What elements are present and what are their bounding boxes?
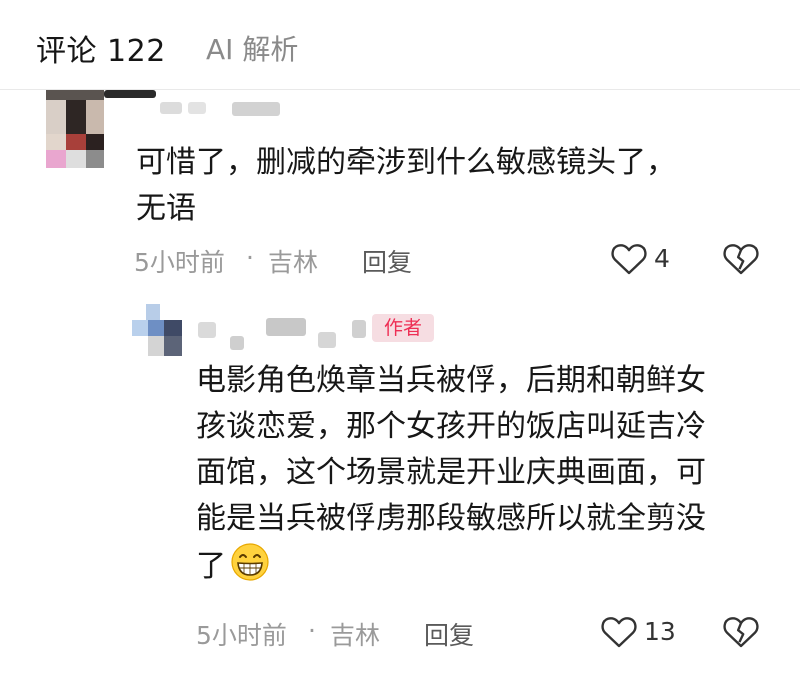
comment-text-line: 了 xyxy=(196,549,226,584)
username-redacted xyxy=(230,336,244,350)
grinning-face-emoji-icon xyxy=(231,543,269,581)
comment-text: 电影角色焕章当兵被俘，后期和朝鲜女 孩谈恋爱，那个女孩开的饭店叫延吉冷 面馆，这… xyxy=(196,358,776,590)
like-icon[interactable] xyxy=(600,613,638,649)
comment-time: 5小时前 xyxy=(196,621,287,650)
comment-text: 可惜了，删减的牵涉到什么敏感镜头了， 无语 xyxy=(136,140,756,232)
reply-button[interactable]: 回复 xyxy=(362,243,412,279)
avatar[interactable] xyxy=(46,90,104,168)
like-icon[interactable] xyxy=(610,240,648,276)
comment-tabs: 评论 122 AI 解析 xyxy=(0,0,800,90)
comment-time: 5小时前 xyxy=(134,248,225,277)
author-badge: 作者 xyxy=(372,314,434,342)
reply-button[interactable]: 回复 xyxy=(424,616,474,652)
like-count: 4 xyxy=(654,244,670,273)
username-redacted xyxy=(266,318,306,336)
tab-comments[interactable]: 评论 122 xyxy=(36,26,166,70)
dislike-broken-heart-icon[interactable] xyxy=(722,240,760,276)
username-redacted xyxy=(198,322,216,338)
comment-text-line: 能是当兵被俘虏那段敏感所以就全剪没 xyxy=(196,501,706,536)
username-redacted xyxy=(160,102,182,114)
meta-separator: · xyxy=(246,243,254,272)
comment-location: 吉林 xyxy=(268,248,319,277)
comment-location: 吉林 xyxy=(330,621,381,650)
comment-text-line: 可惜了，删减的牵涉到什么敏感镜头了， xyxy=(136,145,676,180)
comment-text-line: 孩谈恋爱，那个女孩开的饭店叫延吉冷 xyxy=(196,409,706,444)
username-redacted xyxy=(188,102,206,114)
comment-text-line: 面馆，这个场景就是开业庆典画面，可 xyxy=(196,455,706,490)
comment-text-line: 无语 xyxy=(136,191,196,226)
comment-text-line-last: 了 xyxy=(196,542,776,590)
username-redacted xyxy=(232,102,280,116)
comment-text-line: 电影角色焕章当兵被俘，后期和朝鲜女 xyxy=(196,363,706,398)
username-redacted xyxy=(318,332,336,348)
meta-separator: · xyxy=(308,616,316,645)
like-count: 13 xyxy=(644,617,676,646)
tab-ai-analysis[interactable]: AI 解析 xyxy=(206,28,298,68)
dislike-broken-heart-icon[interactable] xyxy=(722,613,760,649)
username-redacted xyxy=(352,320,366,338)
avatar[interactable] xyxy=(132,304,182,356)
username-redacted xyxy=(104,90,156,98)
